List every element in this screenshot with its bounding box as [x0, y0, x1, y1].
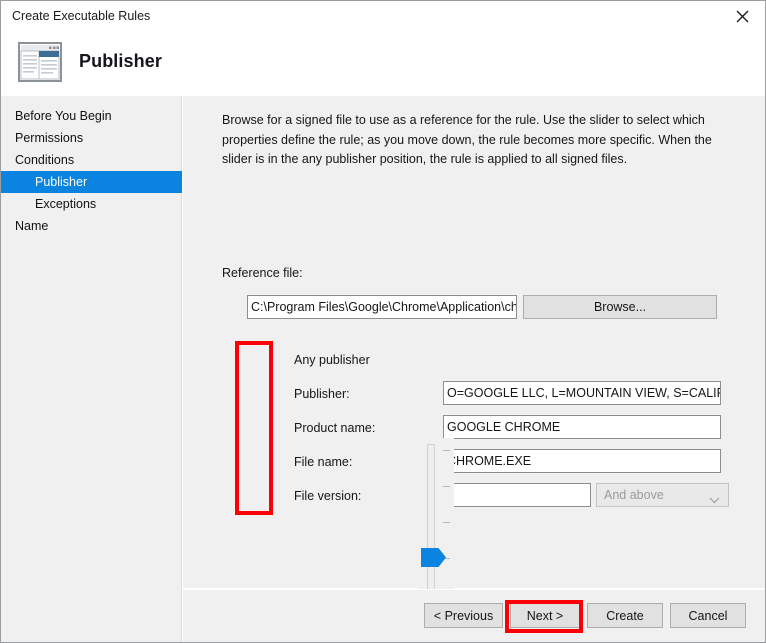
sidebar-item-name[interactable]: Name: [1, 215, 182, 237]
content-panel: Browse for a signed file to use as a ref…: [183, 96, 765, 589]
content-scroll-area: Browse for a signed file to use as a ref…: [183, 96, 749, 589]
create-executable-rules-dialog: Create Executable Rules Publisher Before…: [0, 0, 766, 643]
wizard-steps-sidebar: Before You Begin Permissions Conditions …: [1, 96, 182, 642]
slider-track[interactable]: [427, 444, 435, 589]
publisher-slider[interactable]: [418, 438, 454, 589]
chevron-down-icon: [709, 493, 720, 507]
close-button[interactable]: [720, 1, 765, 32]
sidebar-item-exceptions[interactable]: Exceptions: [1, 193, 182, 215]
sidebar-item-label: Name: [15, 219, 49, 233]
sidebar-item-conditions[interactable]: Conditions: [1, 149, 182, 171]
product-name-input[interactable]: GOOGLE CHROME: [443, 415, 721, 439]
publisher-label: Publisher:: [294, 387, 350, 401]
sidebar-item-before-you-begin[interactable]: Before You Begin: [1, 105, 182, 127]
close-icon: [736, 10, 749, 23]
dialog-header: Publisher: [1, 34, 765, 96]
file-name-label: File name:: [294, 455, 353, 469]
product-name-label: Product name:: [294, 421, 376, 435]
sidebar-item-label: Before You Begin: [15, 109, 112, 123]
cancel-button[interactable]: Cancel: [670, 603, 746, 628]
version-condition-dropdown[interactable]: And above: [596, 483, 729, 507]
sidebar-item-label: Exceptions: [35, 197, 97, 211]
previous-button[interactable]: < Previous: [424, 603, 503, 628]
publisher-input[interactable]: O=GOOGLE LLC, L=MOUNTAIN VIEW, S=CALIFOR…: [443, 381, 721, 405]
page-description: Browse for a signed file to use as a ref…: [222, 113, 712, 166]
sidebar-item-publisher[interactable]: Publisher: [1, 171, 182, 193]
slider-tick: [443, 450, 450, 451]
dialog-footer: < Previous Next > Create Cancel: [183, 590, 765, 642]
browse-button[interactable]: Browse...: [523, 295, 717, 319]
file-version-input[interactable]: *: [443, 483, 591, 507]
file-name-input[interactable]: CHROME.EXE: [443, 449, 721, 473]
sidebar-item-label: Publisher: [35, 175, 88, 189]
version-condition-value: And above: [604, 488, 664, 502]
slider-tick: [443, 486, 450, 487]
title-bar: Create Executable Rules: [1, 1, 765, 34]
slider-thumb[interactable]: [421, 548, 446, 567]
next-button[interactable]: Next >: [510, 603, 580, 628]
page-title: Publisher: [79, 51, 162, 71]
sidebar-item-permissions[interactable]: Permissions: [1, 127, 182, 149]
create-button[interactable]: Create: [587, 603, 663, 628]
window-title: Create Executable Rules: [12, 9, 151, 23]
slider-tick: [443, 522, 450, 523]
reference-file-input[interactable]: C:\Program Files\Google\Chrome\Applicati…: [247, 295, 517, 319]
reference-file-label: Reference file:: [222, 266, 303, 280]
file-version-label: File version:: [294, 489, 362, 503]
publisher-window-icon: [11, 39, 67, 87]
sidebar-item-label: Conditions: [15, 153, 75, 167]
any-publisher-label: Any publisher: [294, 353, 370, 367]
sidebar-item-label: Permissions: [15, 131, 84, 145]
